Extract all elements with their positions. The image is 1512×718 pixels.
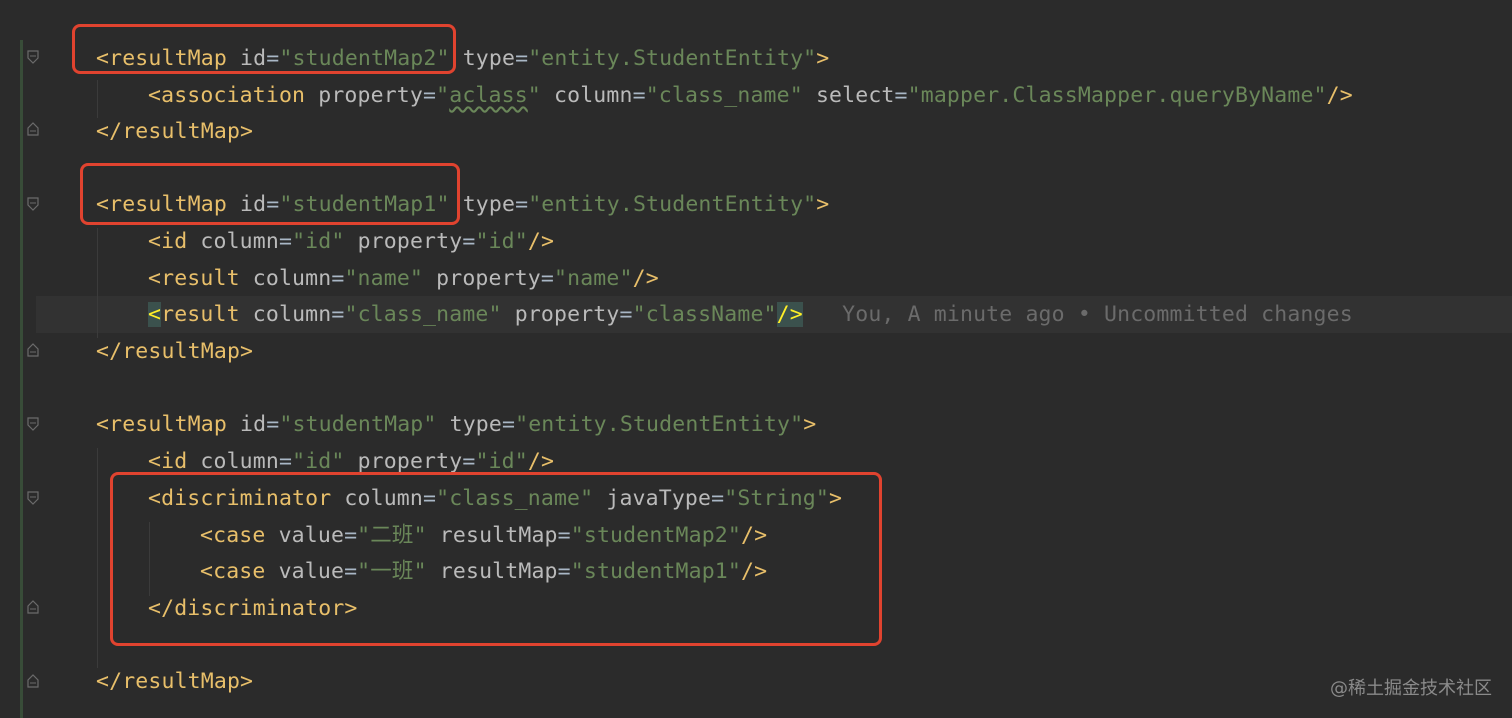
code-line[interactable]: </resultMap>	[96, 113, 253, 150]
xml-tag: />	[1326, 83, 1353, 108]
xml-value: "class_name"	[645, 83, 803, 108]
highlighted-bracket: />	[776, 302, 803, 327]
xml-tag: </resultMap>	[96, 119, 254, 144]
xml-value: "entity.StudentEntity"	[528, 192, 817, 217]
xml-tag: <id	[148, 449, 201, 474]
code-line[interactable]: <id column="id" property="id"/>	[148, 223, 554, 260]
punctuation	[423, 266, 436, 291]
fold-open-icon[interactable]	[27, 491, 39, 505]
xml-value: "entity.StudentEntity"	[515, 412, 804, 437]
xml-value: "	[436, 83, 450, 108]
xml-attribute: type	[449, 412, 502, 437]
punctuation: =	[331, 302, 345, 327]
xml-tag: >	[816, 46, 830, 71]
xml-value: "name"	[344, 266, 424, 291]
git-blame-annotation: You, A minute ago • Uncommitted changes	[802, 302, 1353, 327]
punctuation: =	[278, 449, 293, 474]
xml-attribute: property	[357, 449, 463, 474]
xml-value: "className"	[632, 302, 777, 327]
punctuation	[541, 83, 554, 108]
highlighted-bracket: <	[148, 302, 162, 327]
xml-tag: />	[632, 266, 659, 291]
punctuation: =	[423, 83, 437, 108]
indent-guide	[97, 228, 98, 338]
punctuation	[437, 412, 450, 437]
fold-close-icon[interactable]	[27, 343, 39, 357]
xml-value: "entity.StudentEntity"	[528, 46, 817, 71]
indent-guide	[97, 448, 98, 668]
code-line[interactable]: <association property="aclass" column="c…	[148, 77, 1353, 114]
xml-value: "studentMap"	[279, 412, 437, 437]
xml-value: aclass	[449, 83, 528, 108]
xml-attribute: column	[200, 449, 279, 474]
punctuation: =	[894, 83, 908, 108]
code-line[interactable]: </resultMap>	[96, 663, 253, 700]
xml-value: "id"	[292, 229, 345, 254]
xml-tag: <association	[148, 83, 319, 108]
xml-tag: <id	[148, 229, 201, 254]
fold-open-icon[interactable]	[27, 50, 39, 64]
xml-attribute: column	[252, 302, 332, 327]
punctuation: =	[462, 449, 476, 474]
xml-attribute: select	[815, 83, 895, 108]
xml-tag: >	[803, 412, 817, 437]
xml-value: "id"	[292, 449, 345, 474]
xml-attribute: type	[462, 46, 516, 71]
code-line[interactable]: <result column="name" property="name"/>	[148, 260, 659, 297]
xml-attribute: column	[200, 229, 279, 254]
xml-tag: >	[816, 192, 830, 217]
punctuation: =	[540, 266, 555, 291]
punctuation	[344, 449, 357, 474]
xml-attribute: id	[240, 412, 267, 437]
xml-tag: </resultMap>	[96, 669, 254, 694]
punctuation	[502, 302, 515, 327]
xml-value: "class_name"	[344, 302, 502, 327]
xml-value: "id"	[475, 229, 528, 254]
xml-attribute: type	[462, 192, 516, 217]
punctuation: =	[266, 412, 280, 437]
fold-close-icon[interactable]	[27, 674, 39, 688]
xml-value: "name"	[554, 266, 633, 291]
xml-value: "	[527, 83, 541, 108]
fold-close-icon[interactable]	[27, 122, 39, 136]
xml-tag: />	[527, 449, 555, 474]
code-line[interactable]: <result column="class_name" property="cl…	[148, 296, 1353, 333]
code-line[interactable]: </resultMap>	[96, 333, 253, 370]
punctuation	[803, 83, 816, 108]
xml-value: "id"	[475, 449, 528, 474]
punctuation: =	[331, 266, 345, 291]
watermark: @稀土掘金技术社区	[1330, 678, 1492, 699]
fold-close-icon[interactable]	[27, 600, 39, 614]
xml-tag: <resultMap	[96, 412, 241, 437]
punctuation: =	[632, 83, 646, 108]
xml-tag: </resultMap>	[96, 339, 254, 364]
punctuation: =	[515, 192, 529, 217]
xml-attribute: column	[252, 266, 332, 291]
punctuation: =	[462, 229, 476, 254]
xml-attribute: property	[514, 302, 620, 327]
annotation-box-discriminator	[110, 472, 882, 646]
fold-open-icon[interactable]	[27, 417, 39, 431]
xml-value: "mapper.ClassMapper.queryByName"	[907, 83, 1327, 108]
xml-attribute: column	[554, 83, 633, 108]
annotation-box-studentMap2	[72, 24, 456, 74]
code-line[interactable]: <resultMap id="studentMap" type="entity.…	[96, 406, 816, 443]
punctuation: =	[278, 229, 293, 254]
punctuation: =	[502, 412, 516, 437]
fold-open-icon[interactable]	[27, 197, 39, 211]
punctuation: =	[619, 302, 633, 327]
punctuation: =	[515, 46, 529, 71]
xml-attribute: property	[318, 83, 423, 108]
xml-attribute: property	[436, 266, 541, 291]
vcs-change-marker[interactable]	[20, 40, 23, 718]
annotation-box-studentMap1	[80, 163, 460, 225]
xml-tag: <result	[148, 266, 253, 291]
punctuation	[344, 229, 357, 254]
xml-attribute: property	[357, 229, 463, 254]
xml-tag: result	[161, 302, 253, 327]
xml-tag: />	[527, 229, 555, 254]
